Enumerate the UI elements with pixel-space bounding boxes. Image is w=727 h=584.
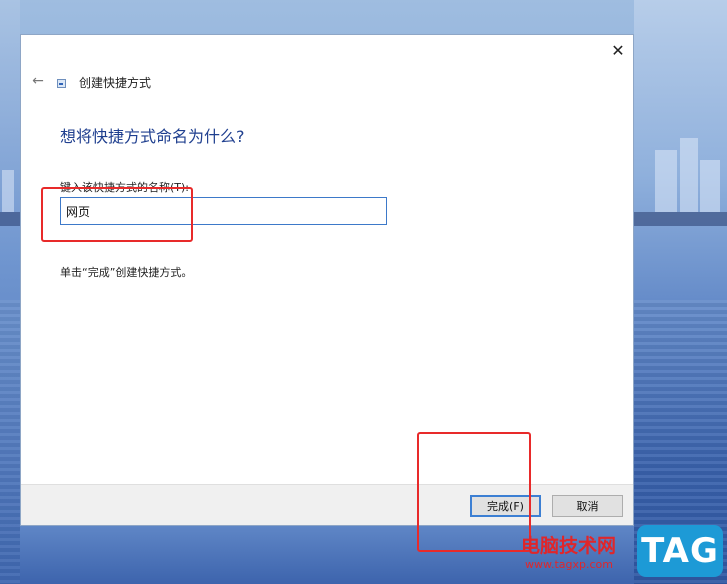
wallpaper-building [700,160,720,212]
dialog-footer: 完成(F) 取消 [21,484,633,525]
shortcut-icon [57,79,66,88]
close-button[interactable]: ✕ [605,39,631,61]
wallpaper-bridge [634,212,727,226]
annotation-highlight-finish-button [417,432,531,552]
cancel-button[interactable]: 取消 [552,495,623,517]
close-icon: ✕ [611,40,625,60]
wallpaper-bridge [0,212,20,226]
wallpaper-building [2,170,14,212]
back-arrow-icon: ← [32,73,44,89]
back-button[interactable]: ← [27,71,49,91]
watermark-site-name: 电脑技术网 [521,535,617,557]
page-heading: 想将快捷方式命名为什么? [60,127,245,146]
create-shortcut-dialog: ✕ ← 创建快捷方式 想将快捷方式命名为什么? 键入该快捷方式的名称(T): 单… [20,34,634,526]
watermark-tag-logo: TAG [637,525,723,577]
finish-hint-text: 单击“完成”创建快捷方式。 [60,266,193,279]
watermark-url: www.tagxp.com [525,558,613,571]
wallpaper-building [655,150,677,212]
wallpaper-water [0,300,20,584]
annotation-highlight-name-field [41,187,193,242]
window-title: 创建快捷方式 [79,76,152,90]
wallpaper-building [680,138,698,212]
